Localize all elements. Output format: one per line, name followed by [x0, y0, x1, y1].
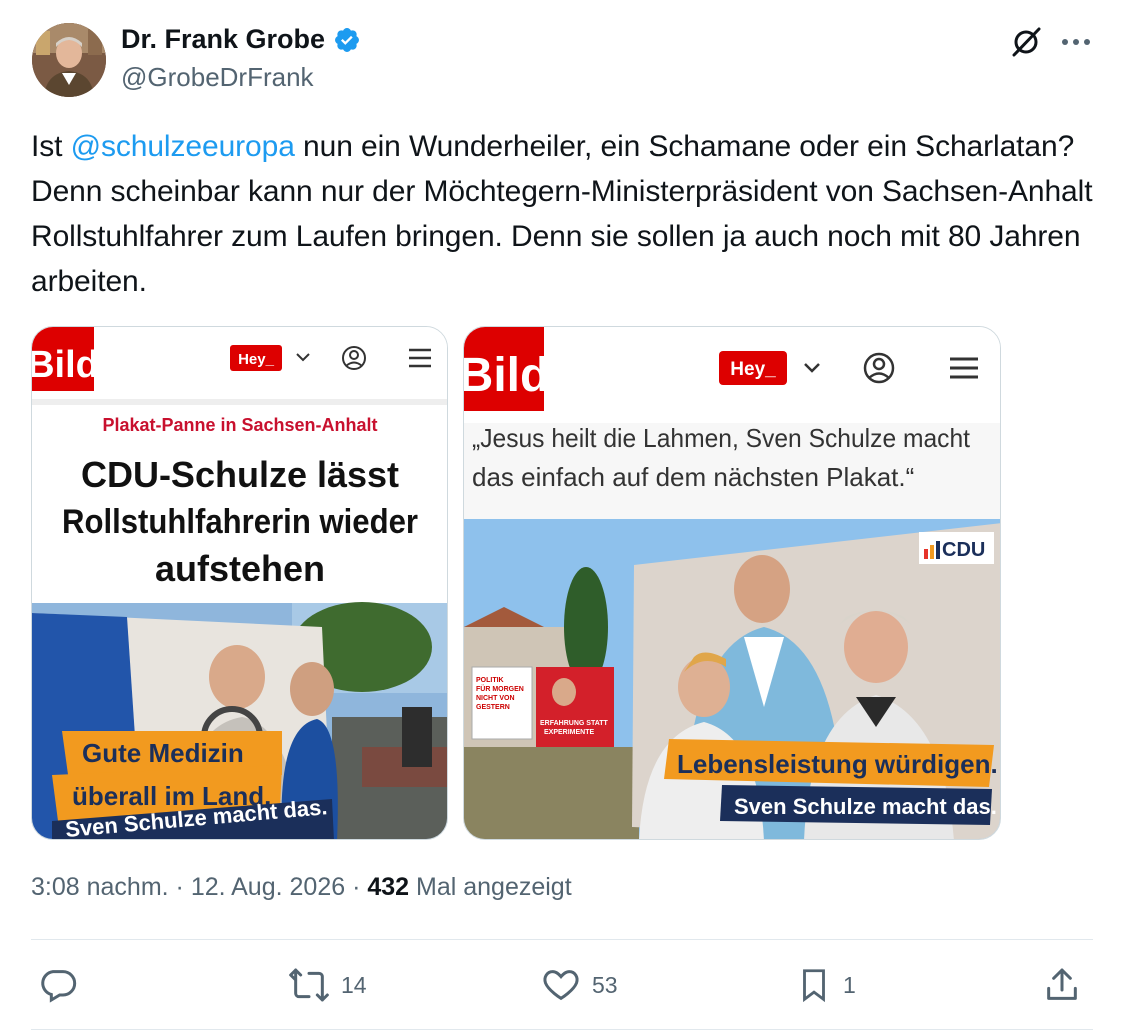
avatar-image: [32, 23, 106, 97]
tweet-meta: 3:08 nachm. · 12. Aug. 2026 · 432 Mal an…: [31, 873, 572, 902]
bild-logo-text-right: Bild: [464, 349, 549, 402]
reply-button[interactable]: [38, 962, 88, 1008]
tweet-image-left[interactable]: Bild Hey_ Plakat-Panne in Sachsen-Anhalt…: [31, 326, 448, 840]
bookmark-button[interactable]: 1: [795, 962, 856, 1008]
tweet-text-start: Ist: [31, 130, 71, 163]
retweet-count: 14: [341, 971, 367, 998]
small-poster-2-line-1: ERFAHRUNG STATT: [540, 720, 609, 727]
meta-separator: ·: [345, 873, 368, 901]
hey-text-right: Hey_: [730, 359, 776, 380]
share-button[interactable]: [1042, 962, 1082, 1008]
article-kicker-left: Plakat-Panne in Sachsen-Anhalt: [102, 415, 377, 435]
author-handle[interactable]: @GrobeDrFrank: [121, 62, 314, 93]
heart-icon: [543, 970, 579, 1001]
more-options-icon[interactable]: [1058, 24, 1094, 60]
hey-text-left: Hey_: [238, 351, 275, 368]
meta-separator: ·: [168, 873, 191, 901]
quote-line-1: „Jesus heilt die Lahmen, Sven Schulze ma…: [472, 423, 971, 453]
small-poster-1-line-3: NICHT VON: [476, 695, 515, 702]
like-button[interactable]: 53: [540, 962, 618, 1008]
mention-link[interactable]: @schulzeeuropa: [71, 130, 295, 163]
grok-icon[interactable]: [1008, 24, 1044, 60]
bild-logo-text-left: Bild: [32, 344, 99, 386]
retweet-icon: [289, 968, 329, 1002]
headline-line-1: CDU-Schulze lässt: [81, 454, 399, 495]
tweet-image-right[interactable]: Bild Hey_ „Jesus heilt die Lahmen, Sven …: [463, 326, 1001, 840]
view-count-label: Mal angezeigt: [409, 873, 572, 901]
tweet-date[interactable]: 12. Aug. 2026: [191, 873, 345, 901]
bookmark-icon: [803, 969, 825, 1003]
quote-line-2: das einfach auf dem nächsten Plakat.“: [472, 462, 914, 492]
avatar[interactable]: [32, 23, 106, 97]
like-count: 53: [592, 971, 618, 998]
cdu-logo-text: CDU: [942, 539, 985, 561]
share-icon: [1047, 968, 1077, 1000]
tweet-text: Ist @schulzeeuropa nun ein Wunderheiler,…: [31, 124, 1101, 304]
small-poster-1-line-4: GESTERN: [476, 704, 510, 711]
headline-line-3: aufstehen: [155, 548, 325, 589]
divider: [31, 939, 1093, 940]
small-poster-2-line-2: EXPERIMENTE: [544, 729, 595, 736]
poster-slogan-right-line-2: Sven Schulze macht das.: [734, 794, 997, 819]
bookmark-count: 1: [843, 971, 856, 998]
verified-badge-icon: [335, 27, 360, 52]
poster-slogan-right-line-1: Lebensleistung würdigen.: [677, 749, 998, 779]
author-name-row[interactable]: Dr. Frank Grobe: [121, 24, 361, 55]
poster-slogan-line-1: Gute Medizin: [82, 738, 244, 768]
tweet-time[interactable]: 3:08 nachm.: [31, 873, 169, 901]
small-poster-1-line-1: POLITIK: [476, 677, 504, 684]
headline-line-2: Rollstuhlfahrerin wieder: [62, 503, 418, 541]
retweet-button[interactable]: 14: [287, 962, 367, 1008]
view-count: 432: [367, 873, 410, 901]
divider-bottom: [31, 1029, 1093, 1030]
author-display-name[interactable]: Dr. Frank Grobe: [121, 24, 325, 55]
small-poster-1-line-2: FÜR MORGEN: [476, 684, 524, 693]
reply-icon: [41, 970, 77, 1003]
